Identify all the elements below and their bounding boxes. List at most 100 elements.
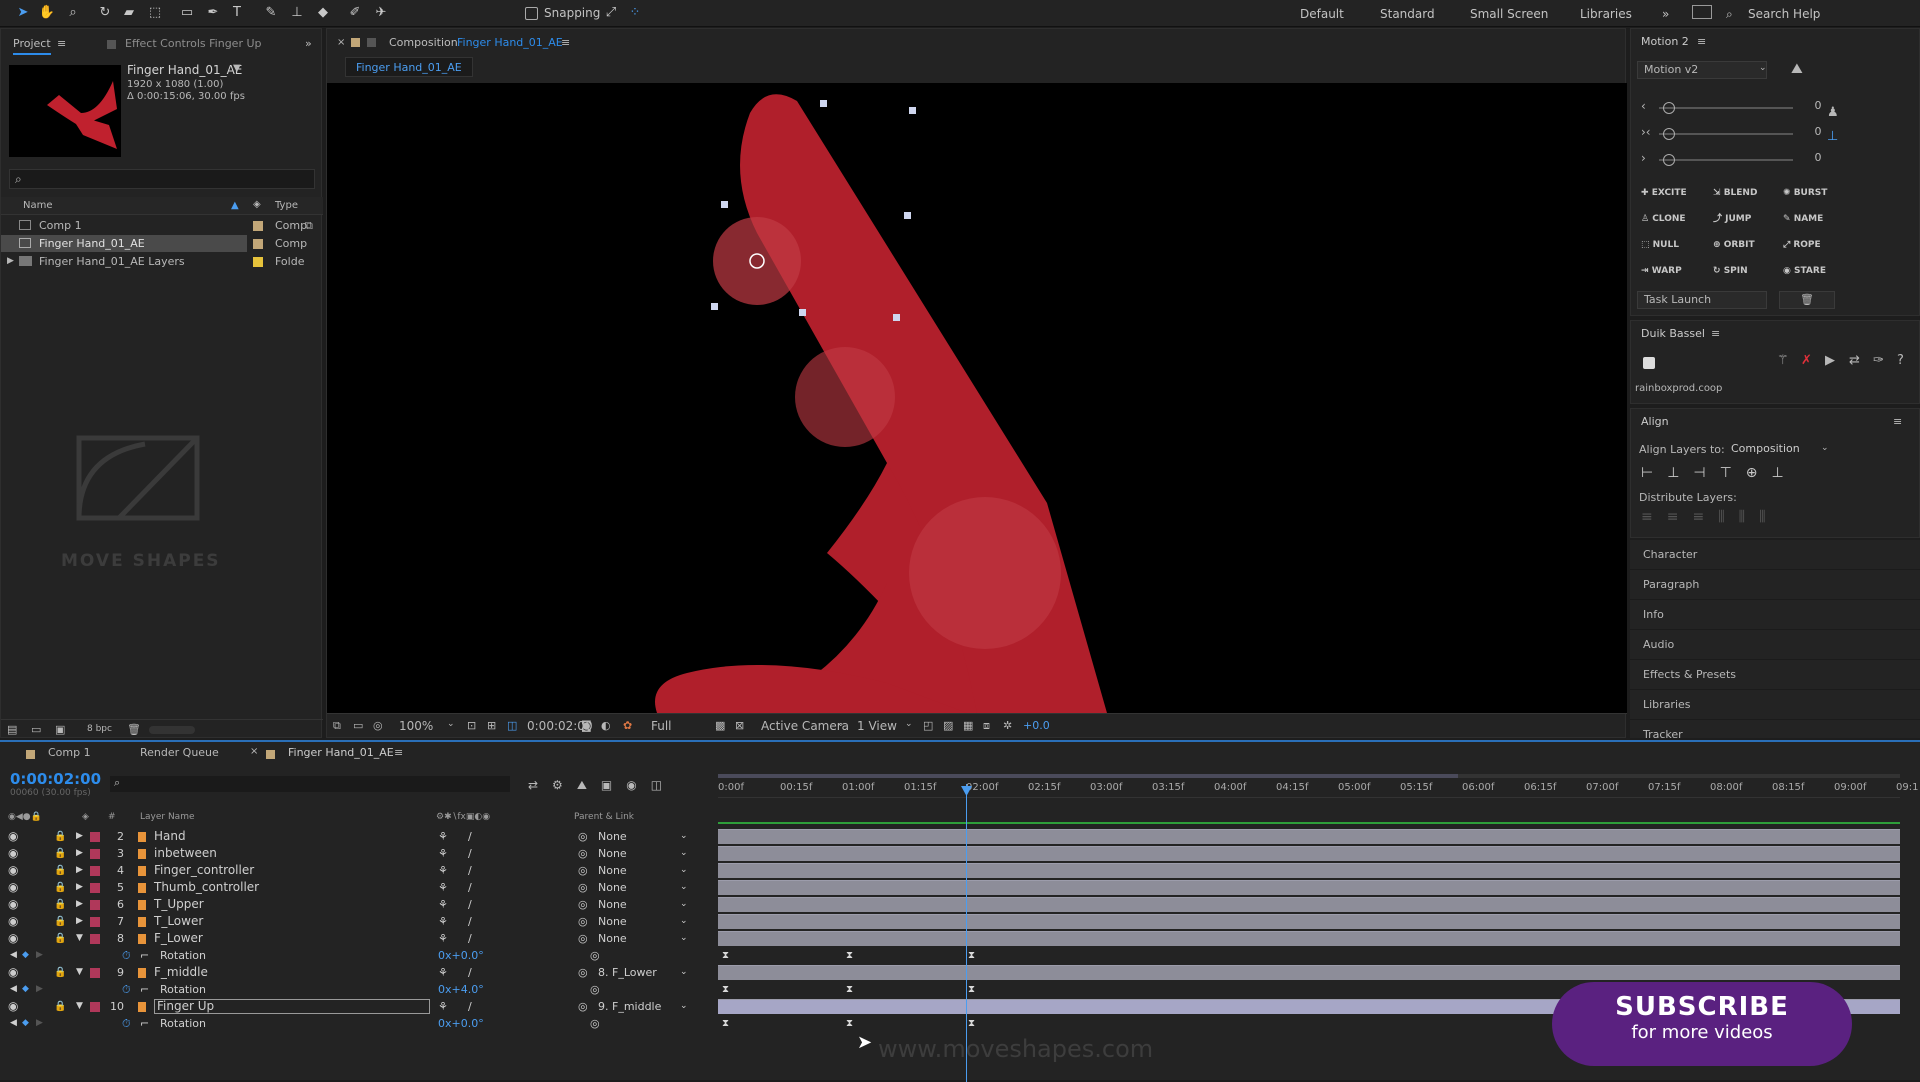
keyframe-marker[interactable]: ⧗ — [846, 947, 853, 964]
tab-render-queue[interactable]: Render Queue — [140, 746, 219, 759]
layer-row[interactable]: ◉ 🔒 ▶ 6 T_Upper ⚘ ∕ ◎ None ⌄ — [0, 896, 1920, 913]
parent-chevron-icon[interactable]: ⌄ — [680, 845, 688, 862]
layer-name[interactable]: Thumb_controller — [154, 879, 259, 896]
pickwhip-icon[interactable]: ◎ — [578, 913, 588, 930]
keyframe-marker[interactable]: ⧗ — [722, 947, 729, 964]
visibility-eye-icon[interactable]: ◉ — [8, 913, 18, 930]
shy-switch-icon[interactable]: ⚘ — [438, 913, 448, 930]
lock-icon[interactable]: 🔒 — [54, 998, 66, 1015]
pickwhip-icon[interactable]: ◎ — [578, 964, 588, 981]
expand-arrow-icon[interactable]: ▼ — [76, 998, 83, 1015]
delete-icon[interactable]: 🗑 — [127, 723, 141, 736]
rope-button[interactable]: ⤢ ROPE — [1783, 237, 1821, 250]
close-tab-icon[interactable]: × — [337, 37, 345, 48]
grid-icon[interactable]: ⊞ — [487, 719, 496, 732]
info-panel-header[interactable]: Info — [1630, 600, 1920, 630]
layer-duration-bar[interactable] — [718, 965, 1900, 980]
item-dropdown-icon[interactable]: ▼ — [233, 63, 241, 74]
add-keyframe-icon[interactable]: ◆ — [22, 981, 29, 998]
pickwhip-icon[interactable]: ◎ — [578, 896, 588, 913]
ease-value[interactable]: 0 — [1803, 151, 1833, 164]
brush-tool-icon[interactable]: ✎ — [262, 4, 280, 22]
selection-tool-icon[interactable]: ➤ — [14, 4, 32, 22]
mask-visibility-icon[interactable]: ◫ — [507, 719, 517, 732]
quality-switch-icon[interactable]: ∕ — [468, 964, 472, 981]
align-to-dropdown[interactable]: Composition — [1727, 441, 1833, 459]
tab-comp-1[interactable]: Comp 1 — [48, 746, 91, 759]
ease-slider-track[interactable] — [1659, 107, 1793, 109]
time-ruler[interactable]: 0:00f 00:15f 01:00f 01:15f 02:00f 02:15f 03:00… — [718, 772, 1918, 798]
layer-row[interactable]: ◉ 🔒 ▶ 7 T_Lower ⚘ ∕ ◎ None ⌄ — [0, 913, 1920, 930]
next-keyframe-icon[interactable]: ▶ — [36, 1015, 43, 1032]
keyframe-marker[interactable]: ⧗ — [968, 947, 975, 964]
parent-column[interactable]: Parent & Link — [574, 812, 634, 822]
expand-panel-icon[interactable]: » — [305, 33, 312, 55]
ease-slider-handle[interactable] — [1663, 102, 1675, 114]
zoom-dropdown[interactable]: 100% — [399, 719, 433, 733]
work-area-bar[interactable] — [718, 774, 1458, 778]
layer-row[interactable]: ◉ 🔒 ▼ 8 F_Lower ⚘ ∕ ◎ None ⌄ — [0, 930, 1920, 947]
rectangle-tool-icon[interactable]: ▭ — [178, 4, 196, 22]
visibility-eye-icon[interactable]: ◉ — [8, 862, 18, 879]
hand-tool-icon[interactable]: ✋ — [38, 4, 56, 22]
layer-row[interactable]: ◉ 🔒 ▶ 5 Thumb_controller ⚘ ∕ ◎ None ⌄ — [0, 879, 1920, 896]
close-tab-icon[interactable]: × — [250, 746, 258, 757]
visibility-eye-icon[interactable]: ◉ — [8, 964, 18, 981]
fast-previews-icon[interactable]: ▨ — [943, 719, 953, 732]
parent-dropdown[interactable]: None — [598, 913, 690, 930]
orbit-button[interactable]: ⊕ ORBIT — [1713, 237, 1755, 250]
camera-icon[interactable]: ▶ — [1825, 353, 1835, 368]
help-icon[interactable]: ? — [1897, 353, 1904, 368]
view-chevron-icon[interactable]: ⌄ — [905, 719, 913, 729]
keyframe-marker[interactable]: ⧗ — [846, 981, 853, 998]
next-keyframe-icon[interactable]: ▶ — [36, 947, 43, 964]
expand-arrow-icon[interactable]: ▼ — [76, 930, 83, 947]
lock-icon[interactable]: 🔒 — [54, 896, 66, 913]
expand-arrow-icon[interactable]: ▼ — [76, 964, 83, 981]
region-of-interest-icon[interactable]: ⧉ — [333, 719, 341, 733]
layer-duration-bar[interactable] — [718, 846, 1900, 861]
parent-dropdown[interactable]: None — [598, 896, 690, 913]
parent-chevron-icon[interactable]: ⌄ — [680, 930, 688, 947]
expand-arrow-icon[interactable]: ▶ — [76, 862, 83, 879]
layer-search-input[interactable]: ⌕ — [110, 776, 510, 792]
warp-button[interactable]: ⇥ WARP — [1641, 263, 1682, 276]
align-buttons[interactable]: ⊢⊥⊣⊤⊕⊥ — [1641, 465, 1798, 481]
layer-duration-bar[interactable] — [718, 829, 1900, 844]
parent-dropdown[interactable]: 9. F_middle — [598, 998, 690, 1015]
lock-icon[interactable]: 🔒 — [54, 862, 66, 879]
show-snapshot-icon[interactable]: ◐ — [601, 719, 611, 732]
rotate-tool-icon[interactable]: ↻ — [96, 4, 114, 22]
expression-pickwhip-icon[interactable]: ◎ — [590, 947, 600, 964]
duik-website[interactable]: rainboxprod.coop — [1635, 383, 1722, 394]
prev-keyframe-icon[interactable]: ◀ — [10, 1015, 17, 1032]
parent-dropdown[interactable]: 8. F_Lower — [598, 964, 690, 981]
layer-row[interactable]: ◉ 🔒 ▼ 9 F_middle ⚘ ∕ ◎ 8. F_Lower ⌄ — [0, 964, 1920, 981]
ease-slider-handle[interactable] — [1663, 154, 1675, 166]
visibility-eye-icon[interactable]: ◉ — [8, 930, 18, 947]
zoom-tool-icon[interactable]: ⌕ — [64, 4, 82, 22]
resolution-dropdown[interactable]: Full — [651, 719, 672, 733]
excite-button[interactable]: ✚ EXCITE — [1641, 185, 1687, 198]
puppet-tool-icon[interactable]: ✈ — [372, 4, 390, 22]
comp-subtab[interactable]: Finger Hand_01_AE — [345, 57, 473, 77]
workspace-menu-icon[interactable] — [1692, 5, 1712, 19]
layer-name[interactable]: Finger_controller — [154, 862, 254, 879]
tab-project[interactable]: Project — [13, 33, 51, 55]
quality-switch-icon[interactable]: ∕ — [468, 896, 472, 913]
search-help-input[interactable]: Search Help — [1748, 7, 1820, 21]
sort-arrow-icon[interactable]: ▲ — [231, 200, 239, 211]
color-channel-icon[interactable]: ✿ — [623, 719, 632, 732]
monitor-icon[interactable]: ▭ — [353, 719, 363, 732]
expression-pickwhip-icon[interactable]: ◎ — [590, 1015, 600, 1032]
clone-button[interactable]: ♙ CLONE — [1641, 211, 1686, 224]
keyframe-marker[interactable]: ⧗ — [722, 981, 729, 998]
layer-name[interactable]: inbetween — [154, 845, 217, 862]
swap-icon[interactable]: ⇄ — [1849, 353, 1860, 368]
audio-panel-header[interactable]: Audio — [1630, 630, 1920, 660]
graph-icon[interactable]: ⌐ — [140, 947, 149, 964]
keyframe-marker[interactable]: ⧗ — [846, 1015, 853, 1032]
quality-switch-icon[interactable]: ∕ — [468, 930, 472, 947]
pickwhip-icon[interactable]: ◎ — [578, 845, 588, 862]
visibility-eye-icon[interactable]: ◉ — [8, 896, 18, 913]
